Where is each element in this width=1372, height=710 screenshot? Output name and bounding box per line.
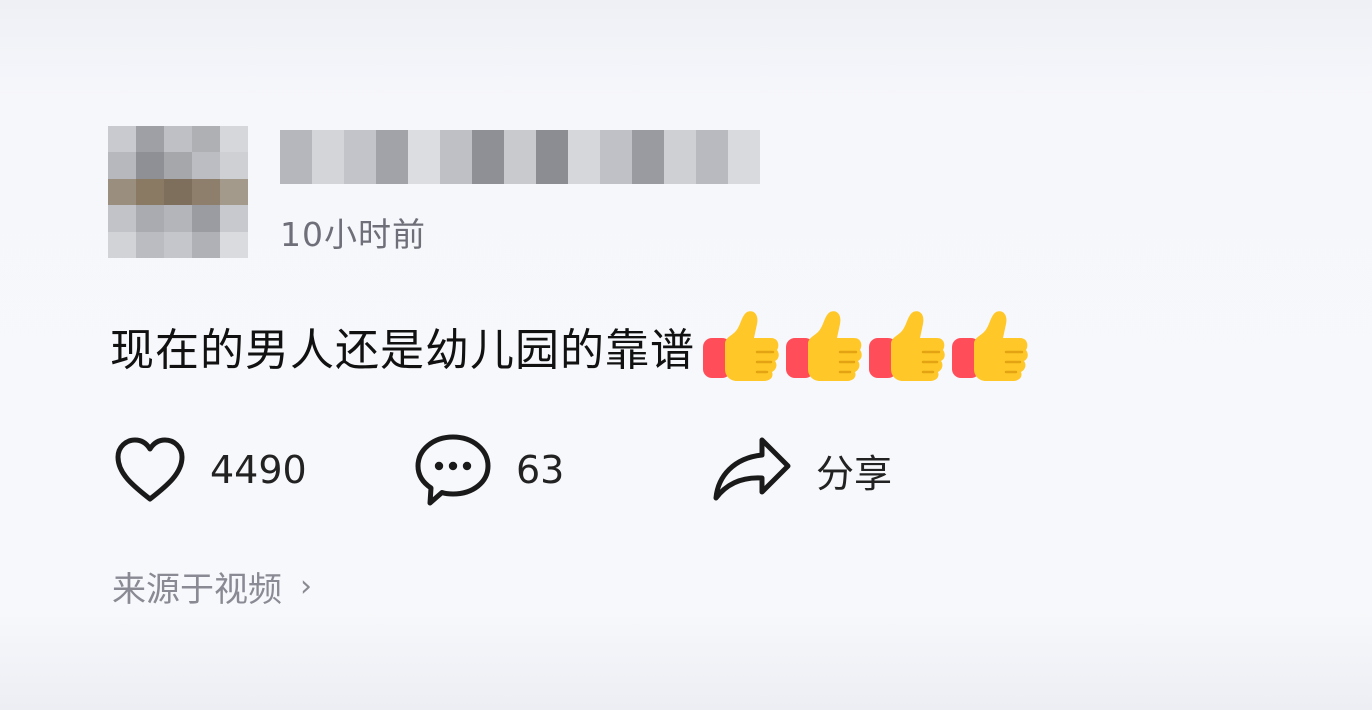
avatar-mosaic-tile (136, 178, 164, 206)
username-mosaic-tile (536, 130, 568, 184)
avatar-mosaic-tile (164, 205, 192, 232)
thumbs-up-icon (869, 311, 945, 381)
avatar-mosaic-tile (108, 126, 136, 153)
thumbs-up-icon (703, 311, 779, 381)
source-label: 来源于视频 (112, 570, 282, 610)
source-link[interactable]: 来源于视频 › (112, 562, 312, 611)
avatar-mosaic-tile (192, 126, 220, 153)
avatar-mosaic-tile (108, 231, 136, 258)
username-mosaic-tile (568, 130, 600, 184)
avatar-mosaic-tile (164, 178, 192, 206)
action-bar: 4490 63 分享 (112, 430, 1012, 510)
comment-body: 现在的男人还是幼儿园的靠谱 (110, 308, 1033, 384)
avatar-mosaic-tile (220, 152, 248, 179)
avatar-mosaic-tile (136, 231, 164, 258)
avatar-mosaic-tile (136, 205, 164, 232)
username-mosaic-tile (408, 130, 440, 184)
username-mosaic-tile (472, 130, 504, 184)
avatar-mosaic-tile (164, 126, 192, 153)
share-button[interactable]: 分享 (710, 430, 892, 510)
like-count: 4490 (210, 448, 307, 492)
avatar-mosaic-tile (164, 152, 192, 179)
thumbs-up-icon (786, 311, 862, 381)
username-mosaic-tile (696, 130, 728, 184)
avatar[interactable] (108, 126, 248, 258)
thumbs-up-icon (952, 311, 1028, 381)
emoji-row (701, 308, 1033, 384)
username-mosaic-tile (600, 130, 632, 184)
comment-count: 63 (516, 448, 565, 492)
avatar-mosaic-tile (220, 231, 248, 258)
heart-icon (115, 437, 185, 502)
post-time: 10小时前 (280, 215, 426, 254)
comment-bubble-icon (415, 434, 491, 506)
username-mosaic-tile (312, 130, 344, 184)
comment-button[interactable]: 63 (412, 430, 564, 510)
avatar-mosaic-tile (192, 231, 220, 258)
username-mosaic-tile (632, 130, 664, 184)
username-mosaic-tile (504, 130, 536, 184)
username-blurred[interactable] (280, 130, 760, 184)
avatar-mosaic-tile (108, 152, 136, 179)
avatar-mosaic-tile (220, 126, 248, 153)
avatar-mosaic-tile (192, 178, 220, 206)
username-mosaic-tile (344, 130, 376, 184)
comment-card: 10小时前 现在的男人还是幼儿园的靠谱 4490 63 分享 来源于视频 › (0, 0, 1372, 710)
avatar-mosaic-tile (220, 205, 248, 232)
chevron-right-icon: › (300, 569, 312, 604)
avatar-mosaic-tile (164, 231, 192, 258)
avatar-mosaic-tile (108, 205, 136, 232)
username-mosaic-tile (440, 130, 472, 184)
avatar-mosaic-tile (192, 152, 220, 179)
avatar-mosaic-tile (136, 126, 164, 153)
avatar-mosaic-tile (136, 152, 164, 179)
share-label: 分享 (816, 451, 893, 496)
username-mosaic-tile (280, 130, 312, 184)
avatar-mosaic-tile (192, 205, 220, 232)
avatar-mosaic-tile (220, 178, 248, 206)
avatar-mosaic-tile (108, 178, 136, 206)
comment-text: 现在的男人还是幼儿园的靠谱 (110, 325, 695, 376)
share-arrow-icon (713, 437, 791, 501)
like-button[interactable]: 4490 (112, 430, 307, 510)
username-mosaic-tile (664, 130, 696, 184)
username-mosaic-tile (376, 130, 408, 184)
username-mosaic-tile (728, 130, 760, 184)
